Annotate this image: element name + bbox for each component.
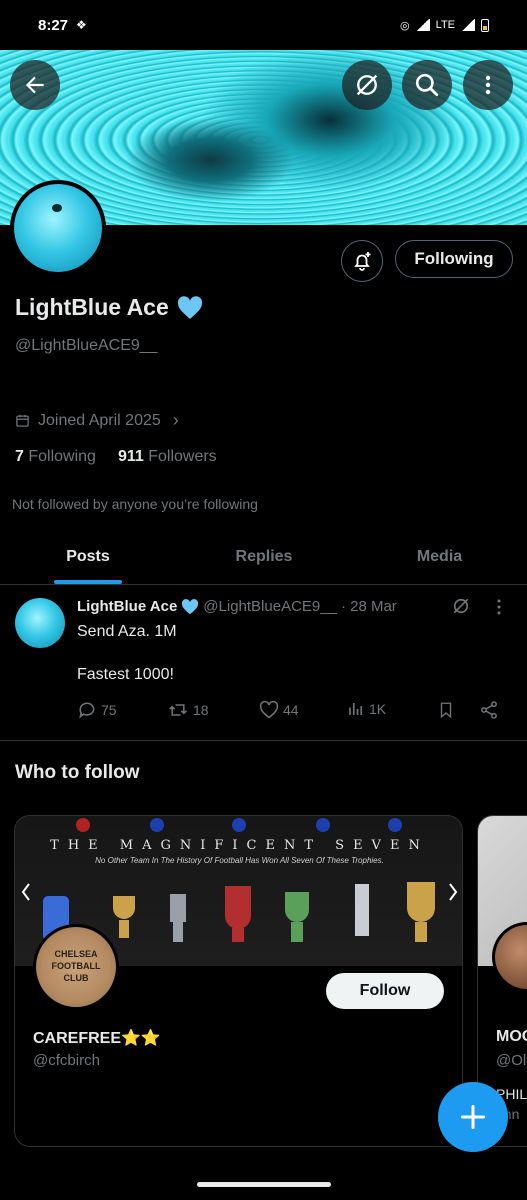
reply-icon: [79, 702, 95, 719]
post-header: LightBlue Ace @LightBlueACE9__ · 28 Mar: [77, 598, 397, 615]
repost-icon: [169, 704, 187, 716]
view-count: 1K: [369, 701, 387, 717]
heart-icon: [259, 700, 279, 719]
post-actions: 75 18 44 1K: [77, 700, 507, 722]
home-indicator[interactable]: [197, 1182, 331, 1187]
tab-media[interactable]: Media: [352, 530, 527, 584]
plus-icon: [460, 1104, 486, 1130]
signal-icon: [415, 19, 430, 31]
grok-icon: [356, 74, 378, 96]
tab-replies[interactable]: Replies: [176, 530, 352, 584]
profile-tabs: Posts Replies Media: [0, 530, 527, 585]
bookmark-button[interactable]: [437, 700, 455, 720]
battery-icon: [481, 18, 489, 32]
bell-plus-icon: [354, 252, 371, 271]
grok-button[interactable]: [342, 60, 392, 110]
bookmark-icon: [440, 702, 452, 719]
suggestion-card[interactable]: THE MAGNIFICENT SEVEN No Other Team In T…: [14, 815, 463, 1147]
heart-badge-icon: [182, 598, 199, 614]
post-avatar[interactable]: [15, 598, 65, 648]
following-button[interactable]: Following: [395, 240, 513, 278]
suggestion-handle: @cfcbirch: [33, 1052, 100, 1069]
post-text-line2: Fastest 1000!: [77, 666, 174, 683]
grok-icon[interactable]: [451, 596, 471, 616]
followers-stat[interactable]: 911 Followers: [118, 448, 217, 466]
more-options-button[interactable]: [463, 60, 513, 110]
more-vertical-icon[interactable]: [494, 598, 504, 616]
suggestion-avatar[interactable]: CHELSEA FOOTBALL CLUB: [33, 924, 119, 1010]
repost-button[interactable]: 18: [167, 700, 209, 720]
views-button[interactable]: 1K: [347, 700, 386, 718]
more-vertical-icon: [485, 75, 491, 95]
compose-button[interactable]: [438, 1082, 508, 1152]
share-icon: [481, 701, 497, 719]
display-name: LightBlue Ace: [15, 294, 169, 320]
post-handle: @LightBlueACE9__: [203, 598, 337, 615]
profile-handle: @LightBlueACE9__: [15, 337, 158, 354]
reply-button[interactable]: 75: [77, 700, 117, 720]
network-type: LTE: [435, 19, 455, 31]
post-text-line1: Send Aza. 1M: [77, 623, 177, 640]
who-to-follow-title: Who to follow: [15, 762, 140, 783]
hotspot-icon: ◎: [400, 19, 410, 32]
status-time: 8:27: [38, 16, 69, 34]
notify-button[interactable]: [341, 240, 383, 282]
post-author[interactable]: LightBlue Ace: [77, 598, 177, 615]
following-stat[interactable]: 7 Following: [15, 448, 96, 466]
like-button[interactable]: 44: [259, 700, 299, 720]
like-count: 44: [283, 702, 299, 718]
post-date: · 28 Mar: [340, 598, 397, 615]
heart-badge-icon: [177, 295, 202, 319]
search-icon: [415, 73, 439, 97]
arrow-left-icon: [25, 76, 44, 94]
suggestion-name[interactable]: CAREFREE⭐⭐: [33, 1028, 161, 1048]
signal-icon-2: [461, 19, 475, 31]
profile-name: LightBlue Ace: [15, 294, 203, 321]
search-button[interactable]: [402, 60, 452, 110]
post-item[interactable]: LightBlue Ace @LightBlueACE9__ · 28 Mar …: [0, 586, 527, 741]
joined-text: Joined April 2025: [38, 411, 161, 429]
suggestion-handle-2: @Ol: [496, 1052, 527, 1069]
status-bar: 8:27 ❖ ◎ LTE: [0, 0, 527, 50]
back-button[interactable]: [10, 60, 60, 110]
suggestion-name-2[interactable]: MOO: [496, 1028, 527, 1046]
views-icon: [349, 703, 363, 715]
tab-posts[interactable]: Posts: [0, 530, 176, 584]
reply-count: 75: [101, 702, 117, 718]
profile-avatar[interactable]: [10, 180, 106, 276]
follow-button[interactable]: Follow: [326, 973, 444, 1009]
share-button[interactable]: [479, 700, 499, 720]
mutual-followers-note: Not followed by anyone you’re following: [12, 496, 258, 512]
follow-stats: 7 Following 911 Followers: [15, 448, 217, 466]
joined-date[interactable]: Joined April 2025 ›: [15, 410, 179, 431]
repost-count: 18: [193, 702, 209, 718]
chevron-right-icon: ›: [172, 410, 179, 430]
calendar-icon: [16, 414, 29, 427]
chelsea-crest-logo: CHELSEA FOOTBALL CLUB: [36, 927, 116, 1007]
notification-icon: ❖: [76, 18, 87, 32]
